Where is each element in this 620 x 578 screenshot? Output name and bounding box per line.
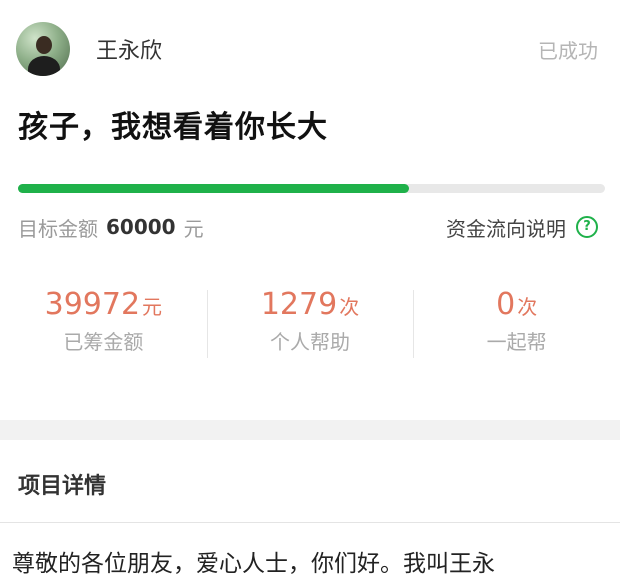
section-gap (0, 420, 620, 440)
stat-individual-value: 1279 (260, 287, 338, 322)
stat-raised-label: 已筹金额 (63, 330, 144, 354)
stat-group-label: 一起帮 (486, 330, 547, 354)
avatar-body (28, 56, 60, 76)
target-unit: 元 (183, 216, 204, 241)
progress-fill (18, 184, 409, 193)
target-amount: 60000 (106, 215, 176, 239)
stat-raised-unit: 元 (142, 295, 163, 319)
fundraising-progress-bar (18, 184, 605, 193)
stat-raised: 39972 元 已筹金额 (0, 286, 207, 360)
details-text: 尊敬的各位朋友，爱心人士，你们好。我叫王永 (12, 551, 495, 577)
status-badge: 已成功 (538, 38, 598, 63)
question-circle-icon[interactable]: ? (576, 216, 598, 238)
stat-raised-value: 39972 (44, 287, 141, 322)
details-section-title: 项目详情 (18, 474, 107, 499)
funds-flow-label: 资金流向说明 (446, 216, 566, 241)
project-header: 王永欣 已成功 (16, 22, 598, 76)
target-row: 目标金额 60000 元 资金流向说明 ? (18, 212, 598, 242)
stat-group-unit: 次 (517, 295, 538, 319)
section-divider (0, 522, 620, 523)
project-title: 孩子，我想看着你长大 (18, 110, 328, 145)
stat-group-help: 0次 一起帮 (413, 286, 620, 360)
stat-individual-unit: 次 (339, 295, 360, 319)
project-card: 王永欣 已成功 孩子，我想看着你长大 目标金额 60000 元 资金流向说明 ?… (0, 0, 620, 420)
stat-individual-help: 1279 次 个人帮助 (206, 286, 414, 360)
target-label: 目标金额 (18, 216, 98, 241)
stat-group-value: 0 (496, 287, 516, 322)
funds-flow-link[interactable]: 资金流向说明 ? (446, 213, 598, 242)
creator-avatar[interactable] (16, 22, 70, 76)
stat-individual-label: 个人帮助 (270, 330, 350, 354)
creator-name[interactable]: 王永欣 (96, 33, 162, 65)
avatar-head (36, 36, 52, 54)
stats-row: 39972 元 已筹金额 1279 次 个人帮助 0次 一起帮 (0, 286, 620, 360)
